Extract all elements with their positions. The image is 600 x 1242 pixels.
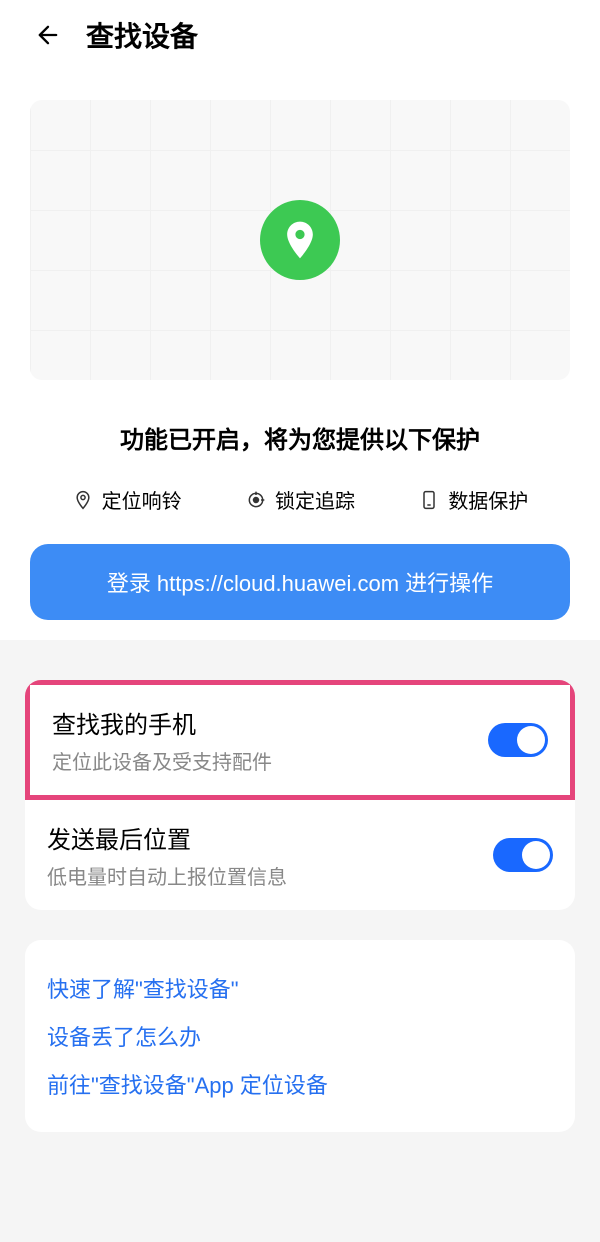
setting-subtitle: 定位此设备及受支持配件 xyxy=(52,746,488,775)
link-quick-learn[interactable]: 快速了解"查找设备" xyxy=(47,964,553,1012)
toggle-send-last-location[interactable] xyxy=(493,838,553,872)
features-row: 定位响铃 锁定追踪 数据保护 xyxy=(30,485,570,514)
target-icon xyxy=(245,489,267,511)
feature-lock-track: 锁定追踪 xyxy=(245,485,355,514)
setting-send-last-location[interactable]: 发送最后位置 低电量时自动上报位置信息 xyxy=(25,800,575,910)
links-card: 快速了解"查找设备" 设备丢了怎么办 前往"查找设备"App 定位设备 xyxy=(25,940,575,1132)
phone-shield-icon xyxy=(418,489,440,511)
location-badge xyxy=(260,200,340,280)
setting-text: 查找我的手机 定位此设备及受支持配件 xyxy=(52,705,488,775)
hero-section: 功能已开启，将为您提供以下保护 定位响铃 锁定追踪 xyxy=(0,70,600,640)
status-text: 功能已开启，将为您提供以下保护 xyxy=(30,420,570,455)
setting-subtitle: 低电量时自动上报位置信息 xyxy=(47,861,493,890)
settings-card: 查找我的手机 定位此设备及受支持配件 发送最后位置 低电量时自动上报位置信息 xyxy=(25,680,575,910)
arrow-left-icon xyxy=(34,21,62,49)
link-device-lost[interactable]: 设备丢了怎么办 xyxy=(47,1012,553,1060)
login-button[interactable]: 登录 https://cloud.huawei.com 进行操作 xyxy=(30,544,570,620)
feature-label: 数据保护 xyxy=(448,485,528,514)
setting-title: 查找我的手机 xyxy=(52,705,488,740)
setting-text: 发送最后位置 低电量时自动上报位置信息 xyxy=(47,820,493,890)
toggle-find-my-phone[interactable] xyxy=(488,723,548,757)
feature-locate-ring: 定位响铃 xyxy=(72,485,182,514)
page-title: 查找设备 xyxy=(86,15,198,55)
feature-label: 锁定追踪 xyxy=(275,485,355,514)
map-placeholder xyxy=(30,100,570,380)
setting-title: 发送最后位置 xyxy=(47,820,493,855)
settings-section: 查找我的手机 定位此设备及受支持配件 发送最后位置 低电量时自动上报位置信息 快… xyxy=(0,680,600,1132)
header: 查找设备 xyxy=(0,0,600,70)
location-pin-icon xyxy=(278,218,322,262)
back-button[interactable] xyxy=(30,17,66,53)
link-goto-app[interactable]: 前往"查找设备"App 定位设备 xyxy=(47,1060,553,1108)
location-outline-icon xyxy=(72,489,94,511)
feature-label: 定位响铃 xyxy=(102,485,182,514)
feature-data-protect: 数据保护 xyxy=(418,485,528,514)
setting-find-my-phone[interactable]: 查找我的手机 定位此设备及受支持配件 xyxy=(25,680,575,800)
